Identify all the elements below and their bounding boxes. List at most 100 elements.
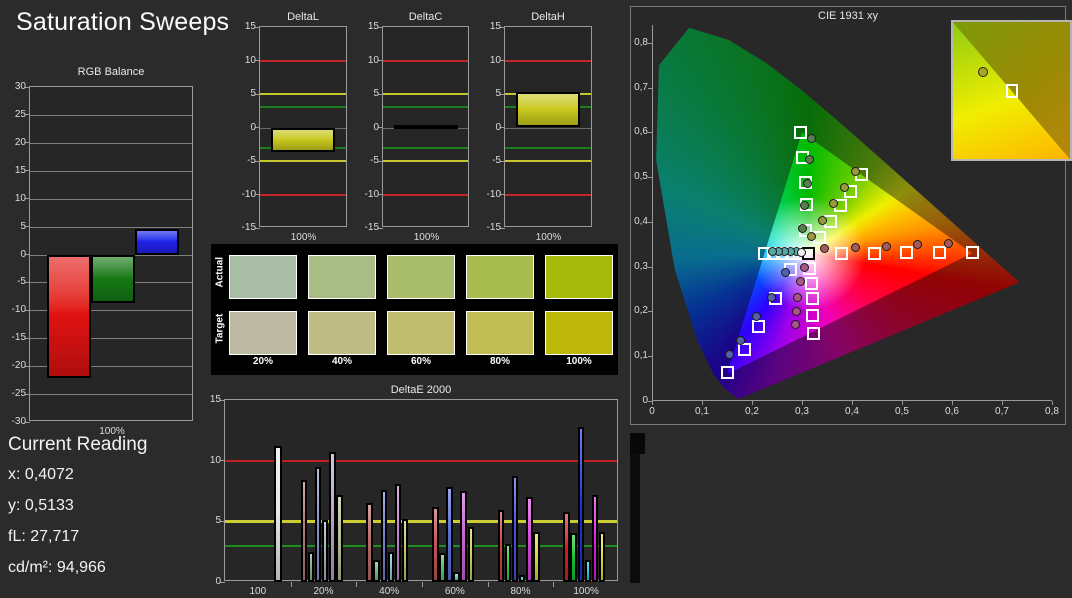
cie-x-tick-label: 0,3 <box>795 406 809 417</box>
bar-red <box>47 254 91 379</box>
actual-red-5 <box>944 238 953 248</box>
y-axis-tick-label: 10 <box>367 54 379 66</box>
bar-80%-3 <box>518 574 526 582</box>
y-axis-tick-label: 0 <box>215 576 221 587</box>
cie-x-tick-label: 0 <box>649 406 655 417</box>
limit-line--5 <box>260 160 346 162</box>
bar-60%-0 <box>432 506 439 582</box>
cie-y-tick-label: 0,1 <box>634 350 648 362</box>
swatch-row-label-actual: Actual <box>214 256 226 288</box>
bar-20%-2 <box>314 466 322 582</box>
cie-x-tick <box>702 401 703 405</box>
cie-y-tick <box>648 311 652 313</box>
limit-line-+10 <box>383 59 468 62</box>
target-magenta-3 <box>805 292 819 306</box>
limit-line--3 <box>383 146 468 149</box>
bar-40%-4 <box>394 483 402 582</box>
cie-x-tick-label: 0,4 <box>845 406 859 417</box>
y-axis-tick-label: -15 <box>364 222 379 233</box>
bar-green <box>91 254 135 304</box>
inset-target-point <box>1005 84 1018 99</box>
limit-line-3 <box>225 544 617 547</box>
actual-green-2 <box>800 200 809 210</box>
y-axis-tick-label: -5 <box>247 155 256 166</box>
actual-green-1 <box>797 223 807 233</box>
limit-line-+5 <box>260 93 346 95</box>
x-axis-label: 100% <box>290 232 317 243</box>
bar-100%-3 <box>584 560 592 582</box>
cie-y-tick <box>648 401 652 402</box>
cie-x-tick-label: 0,1 <box>695 406 709 417</box>
actual-green-4 <box>805 155 814 165</box>
delta-c-chart: DeltaC 15 10 5 0 -5 -10 -15 100% <box>365 11 469 243</box>
bar-60%-5 <box>467 527 474 582</box>
cie-y-tick-label: 0,6 <box>634 126 648 138</box>
target-red-1 <box>834 246 848 260</box>
target-blue-4 <box>737 343 751 357</box>
y-axis-tick-label: -5 <box>17 276 26 288</box>
actual-yellow-1 <box>806 231 816 241</box>
delta-e-2000-chart: DeltaE 2000 0 5 10 15 100 20% 40% 60% 80% 100% <box>210 384 618 597</box>
x-tick <box>290 582 292 587</box>
bar-40%-3 <box>387 551 395 582</box>
actual-red-2 <box>851 242 860 252</box>
swatch-actual-60% <box>387 255 455 299</box>
bar-20%-3 <box>321 520 329 582</box>
actual-magenta-5 <box>791 319 800 329</box>
actual-yellow-5 <box>851 166 861 176</box>
y-axis-tick-label: -10 <box>11 304 26 316</box>
swatch-percent-label: 80% <box>489 356 510 367</box>
bar-60%-1 <box>439 552 446 582</box>
y-axis-tick-label: 10 <box>209 454 221 466</box>
y-axis-tick-label: -15 <box>11 332 26 344</box>
cie-y-tick <box>648 87 652 89</box>
bar-deltaL-bar <box>271 127 335 153</box>
actual-magenta-1 <box>799 263 809 273</box>
bar-20%-5 <box>336 494 343 582</box>
y-axis-tick-label: 15 <box>209 394 221 405</box>
cie-x-tick <box>752 401 753 405</box>
y-axis-tick-label: 15 <box>244 21 256 32</box>
cie-x-tick <box>802 401 803 405</box>
y-axis-tick-label: -5 <box>370 155 379 166</box>
bar-deltaH-bar <box>516 91 580 128</box>
y-axis-tick-label: 25 <box>14 108 26 120</box>
cie-y-tick-label: 0,8 <box>634 36 648 48</box>
actual-green-3 <box>802 178 812 188</box>
limit-line-10 <box>225 459 617 462</box>
y-axis-tick-label: -25 <box>11 388 26 400</box>
bar-deltaC-bar <box>394 124 458 129</box>
bar-20%-4 <box>329 452 336 582</box>
gridline <box>30 198 192 200</box>
bar-80%-5 <box>533 532 540 582</box>
cie-y-tick-label: 0,4 <box>634 215 648 227</box>
color-swatch-panel: Actual Target 20% 40% 60% 80% 100% <box>211 244 618 375</box>
target-blue-3 <box>752 320 765 334</box>
target-blue-5 <box>720 366 734 380</box>
x-tick <box>487 582 489 587</box>
y-axis-tick-label: 5 <box>373 88 379 99</box>
bar-20%-0 <box>300 480 308 582</box>
zero-line <box>505 127 591 129</box>
y-axis-tick-label: 30 <box>14 81 26 92</box>
cie-zoom-inset <box>951 20 1072 161</box>
cie-x-tick <box>1052 401 1053 405</box>
y-axis-tick-label: 15 <box>367 21 379 32</box>
rgb-balance-chart: RGB Balance 30 25 20 15 10 5 0 -5 -10 -15 -20 -25 -30… <box>12 66 193 437</box>
y-axis-tick-label: -10 <box>241 188 256 200</box>
table-corner-cell <box>630 433 645 454</box>
limit-line--10 <box>383 193 468 196</box>
y-axis-tick-label: 10 <box>14 192 26 204</box>
target-magenta-2 <box>804 277 818 291</box>
gridline <box>30 394 192 396</box>
x-axis-group-label: 100% <box>573 586 599 597</box>
y-axis-tick-label: -20 <box>11 360 26 372</box>
y-axis-tick-label: 10 <box>489 54 501 66</box>
gridline <box>30 142 192 144</box>
y-axis-tick-label: 10 <box>244 54 256 66</box>
actual-magenta-3 <box>793 292 802 302</box>
y-axis-tick-label: -5 <box>492 155 501 166</box>
swatch-actual-100% <box>545 255 613 299</box>
x-axis-group-label: 100 <box>249 586 267 597</box>
actual-yellow-4 <box>840 182 850 192</box>
